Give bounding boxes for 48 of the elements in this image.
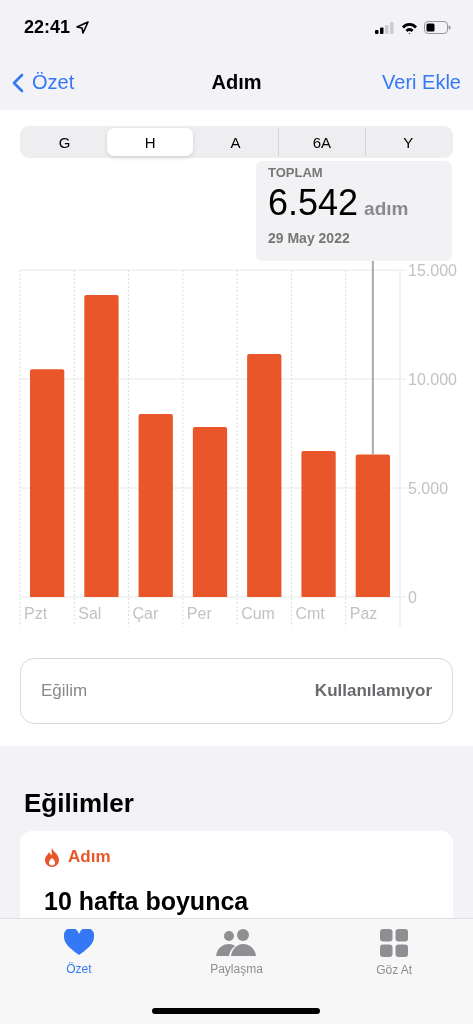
y-axis-label: 15.000 [408, 262, 457, 279]
battery-icon [424, 21, 451, 34]
section-heading: Eğilimler [24, 788, 135, 819]
y-axis-label: 0 [408, 589, 417, 606]
location-arrow-icon [76, 21, 90, 34]
signal-icon [375, 21, 395, 34]
bar[interactable] [138, 413, 173, 597]
bar[interactable] [301, 450, 336, 597]
card-headline: 10 hafta boyunca [44, 887, 250, 916]
wifi-icon [401, 21, 418, 34]
range-tab[interactable]: 6A [278, 128, 365, 156]
x-axis-label: Per [186, 605, 212, 622]
y-axis-label: 10.000 [408, 371, 457, 388]
range-tab[interactable]: H [107, 128, 193, 156]
trend-value: Kullanılamıyor [314, 681, 432, 701]
x-axis-label: Paz [349, 605, 378, 622]
tooltip-unit: adım [364, 198, 409, 220]
flame-icon [44, 847, 60, 867]
status-time: 22:41 [24, 17, 71, 38]
tooltip-date: 29 May 2022 [268, 230, 351, 246]
bar[interactable] [247, 353, 282, 597]
tooltip-label: TOPLAM [268, 165, 324, 180]
x-axis-label: Cmt [295, 605, 325, 622]
trend-row[interactable]: Eğilim Kullanılamıyor [20, 658, 453, 724]
chevron-left-icon [12, 72, 24, 93]
range-tab[interactable]: Y [364, 128, 452, 156]
range-tab[interactable]: A [192, 128, 279, 156]
tooltip-value: 6.542 [268, 182, 359, 224]
x-axis-label: Pzt [24, 605, 48, 622]
bar[interactable] [30, 369, 65, 597]
bar[interactable] [84, 295, 119, 597]
tab-bar-item[interactable]: Özet [28, 929, 129, 976]
range-tab[interactable]: G [22, 128, 108, 156]
x-axis-label: Cum [241, 605, 275, 622]
y-axis-label: 5.000 [408, 480, 449, 497]
bar[interactable] [355, 454, 390, 597]
trend-card[interactable]: Adım 10 hafta boyunca [20, 831, 453, 918]
people-icon [216, 929, 257, 956]
heart-icon [63, 929, 94, 956]
x-axis-label: Çar [132, 605, 159, 622]
page-title: Adım [211, 71, 262, 94]
x-axis-label: Sal [78, 605, 102, 622]
card-category: Adım [68, 847, 111, 867]
bar[interactable] [192, 426, 228, 597]
trend-label: Eğilim [41, 681, 88, 701]
back-button[interactable]: Özet [12, 71, 75, 94]
grid-icon [380, 929, 409, 957]
add-data-button[interactable]: Veri Ekle [382, 71, 461, 94]
